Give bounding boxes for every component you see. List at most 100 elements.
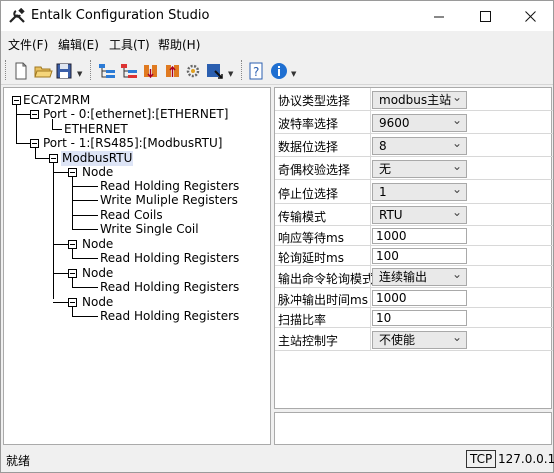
column-divider (370, 88, 371, 110)
tree-item-port0[interactable]: Port - 0:[ethernet]:[ETHERNET] (43, 107, 228, 122)
menu-tools[interactable]: 工具(T) (109, 36, 150, 53)
property-select[interactable]: modbus主站 ⌄ (372, 89, 467, 109)
chevron-down-icon[interactable]: ⌄ (452, 158, 462, 174)
save-dropdown-icon[interactable]: ▼ (77, 70, 82, 78)
tree-item-function[interactable]: Read Holding Registers (100, 251, 239, 266)
download-dropdown-icon[interactable]: ▼ (228, 70, 233, 78)
column-divider (370, 204, 371, 225)
property-select[interactable]: RTU ⌄ (372, 204, 467, 224)
property-label: 奇偶校验选择 (278, 163, 351, 177)
tree-line (72, 186, 98, 187)
tree-line (72, 316, 98, 317)
select-value: 8 (379, 139, 387, 153)
ip-address: 127.0.0.1 (498, 452, 554, 466)
property-label: 输出命令轮询模式 (278, 272, 375, 286)
property-select[interactable]: 无 ⌄ (372, 158, 467, 178)
toolbar-grip[interactable] (5, 60, 8, 80)
chevron-down-icon[interactable]: ⌄ (452, 181, 462, 197)
column-divider (370, 288, 371, 307)
property-input[interactable]: 1000 (372, 290, 467, 306)
collapse-toggle-icon[interactable] (30, 139, 39, 148)
status-bar: 就绪 TCP 127.0.0.1 (1, 447, 554, 472)
tree-item-port1[interactable]: Port - 1:[RS485]:[ModbusRTU] (43, 136, 222, 151)
property-input[interactable]: 10 (372, 310, 467, 326)
tree-item-ethernet[interactable]: ETHERNET (64, 122, 128, 137)
collapse-toggle-icon[interactable] (68, 168, 77, 177)
tree-line (53, 172, 68, 173)
open-folder-icon[interactable] (33, 61, 53, 81)
menu-bar: 文件(F) 编辑(E) 工具(T) 帮助(H) (1, 31, 553, 55)
property-label: 主站控制字 (278, 334, 339, 348)
property-select[interactable]: 不使能 ⌄ (372, 329, 467, 349)
tree-line (52, 119, 53, 129)
tree-line (72, 249, 73, 258)
tree-item-node[interactable]: Node (82, 266, 113, 281)
property-select[interactable]: 9600 ⌄ (372, 112, 467, 132)
add-port-icon[interactable] (97, 61, 117, 81)
tree-item-function[interactable]: Read Coils (100, 208, 163, 223)
chevron-down-icon[interactable]: ⌄ (452, 204, 462, 220)
toolbar-grip[interactable] (90, 60, 93, 80)
tree-item-root[interactable]: ECAT2MRM (23, 93, 90, 108)
property-row: 传输模式 RTU ⌄ (275, 204, 553, 226)
move-up-icon[interactable] (163, 61, 183, 81)
tree-line (72, 215, 98, 216)
tree-item-function[interactable]: Read Holding Registers (100, 179, 239, 194)
tree-item-function[interactable]: Write Muliple Registers (100, 193, 238, 208)
property-row: 输出命令轮询模式 连续输出 ⌄ (275, 266, 553, 288)
save-icon[interactable] (54, 61, 74, 81)
settings-icon[interactable] (184, 61, 204, 81)
tree-item-function[interactable]: Read Holding Registers (100, 309, 239, 324)
project-tree[interactable]: ECAT2MRM Port - 0:[ethernet]:[ETHERNET] … (3, 87, 271, 445)
tree-line (72, 287, 98, 288)
help-icon[interactable]: ? (247, 61, 267, 81)
property-label: 响应等待ms (278, 231, 344, 245)
property-input[interactable]: 100 (372, 248, 467, 264)
tree-item-node[interactable]: Node (82, 295, 113, 310)
collapse-toggle-icon[interactable] (49, 154, 58, 163)
minimize-button[interactable] (416, 1, 462, 31)
download-icon[interactable] (205, 61, 225, 81)
property-label: 协议类型选择 (278, 94, 351, 108)
menu-file[interactable]: 文件(F) (8, 36, 48, 53)
collapse-toggle-icon[interactable] (30, 110, 39, 119)
toolbar-grip[interactable] (241, 60, 244, 80)
title-bar: Entalk Configuration Studio (1, 1, 553, 31)
chevron-down-icon[interactable]: ⌄ (452, 266, 462, 282)
chevron-down-icon[interactable]: ⌄ (452, 329, 462, 345)
tree-line (72, 307, 73, 316)
info-dropdown-icon[interactable]: ▼ (291, 70, 296, 78)
property-select[interactable]: 1 ⌄ (372, 181, 467, 201)
window-title: Entalk Configuration Studio (31, 8, 210, 23)
maximize-button[interactable] (462, 1, 508, 31)
property-input[interactable]: 1000 (372, 228, 467, 244)
collapse-toggle-icon[interactable] (68, 240, 77, 249)
tree-line (53, 163, 54, 299)
chevron-down-icon[interactable]: ⌄ (452, 135, 462, 151)
property-row: 主站控制字 不使能 ⌄ (275, 328, 553, 351)
tree-item-function[interactable]: Write Single Coil (100, 222, 199, 237)
menu-edit[interactable]: 编辑(E) (58, 36, 99, 53)
property-row: 协议类型选择 modbus主站 ⌄ (275, 88, 553, 111)
property-select[interactable]: 连续输出 ⌄ (372, 266, 467, 286)
chevron-down-icon[interactable]: ⌄ (452, 89, 462, 105)
tree-item-modbus[interactable]: ModbusRTU (61, 151, 134, 166)
collapse-toggle-icon[interactable] (68, 298, 77, 307)
tree-item-function[interactable]: Read Holding Registers (100, 280, 239, 295)
tree-item-node[interactable]: Node (82, 165, 113, 180)
menu-help[interactable]: 帮助(H) (158, 36, 200, 53)
tree-item-node[interactable]: Node (82, 237, 113, 252)
property-label: 轮询延时ms (278, 251, 344, 265)
info-icon[interactable] (269, 61, 289, 81)
property-label: 波特率选择 (278, 117, 339, 131)
move-down-icon[interactable] (141, 61, 161, 81)
tree-line (53, 302, 68, 303)
add-node-icon[interactable] (119, 61, 139, 81)
new-file-icon[interactable] (11, 61, 31, 81)
property-select[interactable]: 8 ⌄ (372, 135, 467, 155)
tree-line (72, 258, 98, 259)
chevron-down-icon[interactable]: ⌄ (452, 112, 462, 128)
close-button[interactable] (507, 1, 553, 31)
collapse-toggle-icon[interactable] (68, 269, 77, 278)
collapse-toggle-icon[interactable] (12, 96, 21, 105)
